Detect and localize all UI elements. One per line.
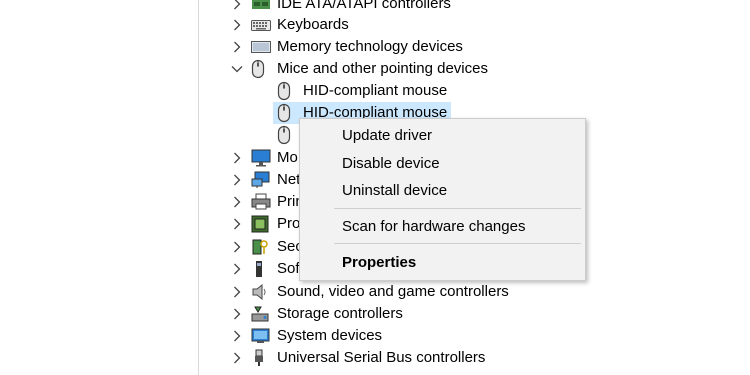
chevron-right-icon[interactable] [230, 0, 244, 15]
tree-item-usb-controllers[interactable]: Universal Serial Bus controllers [230, 347, 485, 369]
context-menu: Update driver Disable device Uninstall d… [299, 118, 586, 281]
tree-item-software-devices[interactable]: Sof [230, 258, 300, 280]
mouse-icon [277, 81, 299, 101]
tree-item-label: Sof [277, 260, 300, 277]
chevron-right-icon[interactable] [230, 14, 244, 36]
chevron-right-icon[interactable] [230, 258, 244, 280]
mouse-icon [277, 103, 299, 123]
mouse-icon [277, 125, 299, 145]
tree-item-security-devices[interactable]: Sec [230, 236, 303, 258]
keyboard-icon [251, 16, 273, 34]
tree-item-network-adapters[interactable]: Net [230, 169, 300, 191]
security-device-icon [251, 238, 273, 256]
chevron-right-icon[interactable] [230, 281, 244, 303]
tree-item-label: Pro [277, 215, 301, 232]
tree-item-label: HID-compliant mouse [303, 82, 448, 99]
menu-item-update-driver[interactable]: Update driver [300, 123, 585, 147]
tree-item-label: Memory technology devices [277, 38, 463, 55]
chevron-right-icon[interactable] [230, 325, 244, 347]
chevron-right-icon[interactable] [230, 169, 244, 191]
tree-item-hid-mouse-1[interactable]: HID-compliant mouse [277, 80, 447, 102]
network-adapter-icon [251, 171, 273, 189]
chevron-right-icon[interactable] [230, 236, 244, 258]
menu-item-disable-device[interactable]: Disable device [300, 151, 585, 175]
chevron-right-icon[interactable] [230, 191, 244, 213]
chevron-right-icon[interactable] [230, 147, 244, 169]
tree-item-print-queues[interactable]: Prin [230, 191, 304, 213]
software-device-icon [251, 260, 273, 278]
usb-icon [251, 349, 273, 367]
tree-item-label: Mice and other pointing devices [277, 60, 488, 77]
tree-item-memory-devices[interactable]: Memory technology devices [230, 36, 463, 58]
chevron-right-icon[interactable] [230, 347, 244, 369]
tree-item-ide-controllers[interactable]: IDE ATA/ATAPI controllers [230, 0, 451, 15]
tree-item-storage-controllers[interactable]: Storage controllers [230, 303, 403, 325]
chevron-down-icon[interactable] [230, 58, 244, 80]
memory-device-icon [251, 38, 273, 56]
tree-item-system-devices[interactable]: System devices [230, 325, 382, 347]
chevron-right-icon[interactable] [230, 213, 244, 235]
tree-item-mice[interactable]: Mice and other pointing devices [230, 58, 488, 80]
tree-item-label: IDE ATA/ATAPI controllers [277, 0, 451, 12]
ide-controller-icon [251, 0, 273, 13]
menu-separator [334, 243, 581, 244]
tree-item-processors[interactable]: Pro [230, 213, 300, 235]
tree-item-label: System devices [277, 327, 383, 344]
tree-item-monitors[interactable]: Mo [230, 147, 298, 169]
chevron-right-icon[interactable] [230, 36, 244, 58]
printer-icon [251, 193, 273, 211]
mouse-icon [251, 59, 273, 79]
tree-item-label: Sound, video and game controllers [277, 283, 509, 300]
menu-item-properties[interactable]: Properties [300, 250, 585, 274]
tree-item-label: Mo [277, 149, 298, 166]
tree-item-label: Storage controllers [277, 305, 403, 322]
menu-item-uninstall-device[interactable]: Uninstall device [300, 178, 585, 202]
storage-controller-icon [251, 305, 273, 323]
tree-item-label: Net [277, 171, 301, 188]
processor-icon [251, 215, 273, 233]
monitor-icon [251, 149, 273, 167]
system-device-icon [251, 327, 273, 345]
tree-item-label: Keyboards [277, 16, 349, 33]
chevron-right-icon[interactable] [230, 303, 244, 325]
menu-separator [334, 208, 581, 209]
speaker-icon [251, 283, 273, 301]
menu-item-scan-hardware[interactable]: Scan for hardware changes [300, 214, 585, 238]
tree-item-sound-video[interactable]: Sound, video and game controllers [230, 281, 509, 303]
tree-item-keyboards[interactable]: Keyboards [230, 14, 349, 36]
tree-item-label: Universal Serial Bus controllers [277, 349, 486, 366]
